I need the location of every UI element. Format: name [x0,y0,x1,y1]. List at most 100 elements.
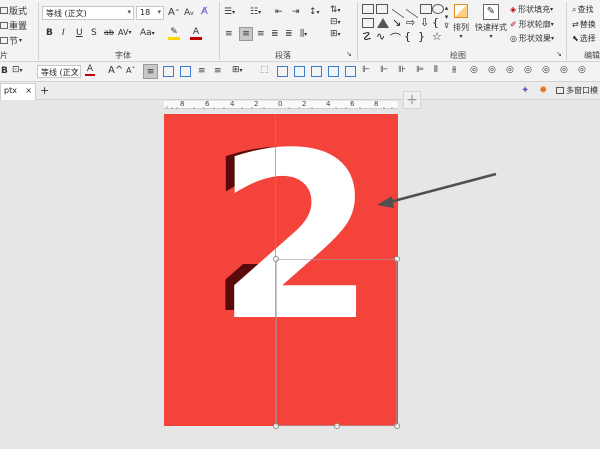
underline-button[interactable]: U [76,28,83,38]
big-digit[interactable]: 2 [216,124,376,354]
drawing-dialog-launcher[interactable]: ↘ [556,50,562,58]
line-spacing-button[interactable]: ↕ ▾ [309,7,320,17]
shape-effects-button[interactable]: ◎ 形状效果 ▾ [510,33,554,44]
quick-styles-button[interactable]: ✎ 快速样式 ▾ [474,4,508,40]
resize-handle[interactable] [394,423,400,429]
grow-font-button[interactable]: A^ [108,65,123,76]
italic-button[interactable]: I [62,28,65,38]
arrow-shape-icon[interactable]: ↘ [392,16,401,29]
oval-shape-icon[interactable] [432,4,444,14]
bullets-button[interactable]: ☰ ▾ [224,7,235,17]
merge-shapes-button[interactable]: ◎ [542,65,550,75]
highlight-button[interactable]: ✎ [168,27,180,40]
merge-shapes-button[interactable]: ◎ [506,65,514,75]
distribute-objects-button[interactable]: ⫵ [452,65,456,75]
shape-outline-button[interactable]: ✐ 形状轮廓 ▾ [510,19,554,30]
shadow-text-button[interactable]: S [91,28,97,38]
align-center-button[interactable]: ≡ [143,64,158,79]
star-shape-icon[interactable]: ☆ [432,30,442,43]
edit-shape-button[interactable]: ⬚ [260,65,269,75]
slide[interactable]: 2 2 [164,114,398,426]
shape-icon[interactable] [328,66,339,77]
resize-handle[interactable] [273,423,279,429]
shape-fill-button[interactable]: ◈ 形状填充 ▾ [510,4,553,15]
brace-shape-icon[interactable]: } [418,30,425,43]
brace-shape-icon[interactable]: { [432,16,439,29]
table-icon[interactable] [180,66,191,77]
brace-shape-icon[interactable]: { [404,30,411,43]
align-objects-button[interactable]: ⊫ [416,65,424,75]
gallery-scroll-button[interactable]: ▴ ▾ ⊽ [444,4,449,31]
table-grid-button[interactable]: ⊞ ▾ [232,65,243,75]
table-icon[interactable] [163,66,174,77]
align-objects-button[interactable]: ⊪ [398,65,406,75]
text-direction-button[interactable]: ⇅ ▾ [330,5,341,15]
video-icon[interactable] [311,66,322,77]
rectangle-shape-icon[interactable] [420,4,432,14]
increase-indent-button[interactable]: ⇥ [292,7,300,17]
shrink-font-button[interactable]: Aˇ [126,66,135,75]
strikethrough-button[interactable]: ab [104,28,114,37]
merge-shapes-button[interactable]: ◎ [470,65,478,75]
section-button[interactable]: 节 ▾ [0,34,22,47]
clear-format-button[interactable]: A̸ [201,6,208,17]
close-icon[interactable]: × [25,86,32,95]
font-name-combo[interactable]: 等线 (正文 ▾ [37,65,81,78]
rectangle-shape-icon[interactable] [362,18,374,28]
shrink-font-button[interactable]: Av [184,8,194,18]
decrease-indent-button[interactable]: ⇤ [275,7,283,17]
merge-shapes-button[interactable]: ◎ [524,65,532,75]
replace-button[interactable]: ⇄ 替换 [572,19,596,30]
align-text-button[interactable]: ⊟ ▾ [330,17,341,27]
numbering-button[interactable]: ☷ ▾ [250,7,261,17]
font-size-combo[interactable]: 18 ▾ [136,6,164,20]
textbox-shape-icon[interactable] [362,4,374,14]
align-right-button[interactable]: ≡ [257,29,265,39]
distribute-objects-button[interactable]: ⫴ [434,65,438,75]
align-right-button[interactable]: ≡ [214,66,222,76]
gear-icon[interactable]: ✹ [539,85,547,96]
paragraph-dialog-launcher[interactable]: ↘ [346,50,352,58]
curve-shape-icon[interactable]: ☡ [362,30,372,43]
shape-icon[interactable] [277,66,288,77]
add-slide-button[interactable]: + [403,91,421,109]
resize-handle[interactable] [273,256,279,262]
select-button[interactable]: ⬉ 选择 [572,33,596,44]
arrange-button[interactable]: 排列 ▾ [450,4,472,40]
puzzle-icon[interactable]: ✦ [521,85,529,96]
font-color-button[interactable]: A [85,64,95,76]
bold-button[interactable]: B [46,28,53,38]
merge-shapes-button[interactable]: ◎ [488,65,496,75]
merge-shapes-button[interactable]: ◎ [578,65,586,75]
resize-handle[interactable] [334,423,340,429]
shape-icon[interactable] [345,66,356,77]
layout-button[interactable]: 版式 [0,4,27,17]
arrow-shape-icon[interactable]: ⇩ [420,16,429,29]
font-color-button[interactable]: A [190,27,202,40]
change-case-button[interactable]: Aa ▾ [140,28,155,38]
char-spacing-button[interactable]: AV ▾ [118,28,131,37]
columns-button[interactable]: ⫼ ▾ [300,29,307,39]
font-name-combo[interactable]: 等线 (正文) ▾ [42,6,134,20]
horizontal-ruler[interactable]: 8 6 4 2 0 2 4 6 8 [164,100,398,109]
arrow-shape-icon[interactable]: ⇨ [406,16,415,29]
shape-gallery[interactable]: ↘ ⇨ ⇩ { ☡ ∿ ⌒ { } ☆ [362,0,444,46]
grow-font-button[interactable]: A^ [168,7,180,18]
triangle-shape-icon[interactable] [377,18,389,28]
reset-button[interactable]: 重置 [0,19,27,32]
curve-shape-icon[interactable]: ⌒ [390,30,401,46]
align-left-button[interactable]: ≡ [198,66,206,76]
justify-button[interactable]: ≣ [271,29,279,39]
bold-button[interactable]: B [1,66,8,76]
align-center-button[interactable]: ≡ [239,27,253,41]
document-tab[interactable]: ptx × [0,83,36,100]
multi-window-button[interactable]: 多窗口模 [556,85,598,96]
find-button[interactable]: ⌕ 查找 [572,4,593,15]
align-objects-button[interactable]: ⊩ [362,65,370,75]
curve-shape-icon[interactable]: ∿ [376,30,385,43]
smartart-button[interactable]: ⊞ ▾ [330,29,341,39]
text-box-button[interactable]: ⊡ ▾ [12,65,23,75]
distribute-button[interactable]: ≣ [285,29,293,39]
merge-shapes-button[interactable]: ◎ [560,65,568,75]
textbox-vertical-shape-icon[interactable] [376,4,388,14]
